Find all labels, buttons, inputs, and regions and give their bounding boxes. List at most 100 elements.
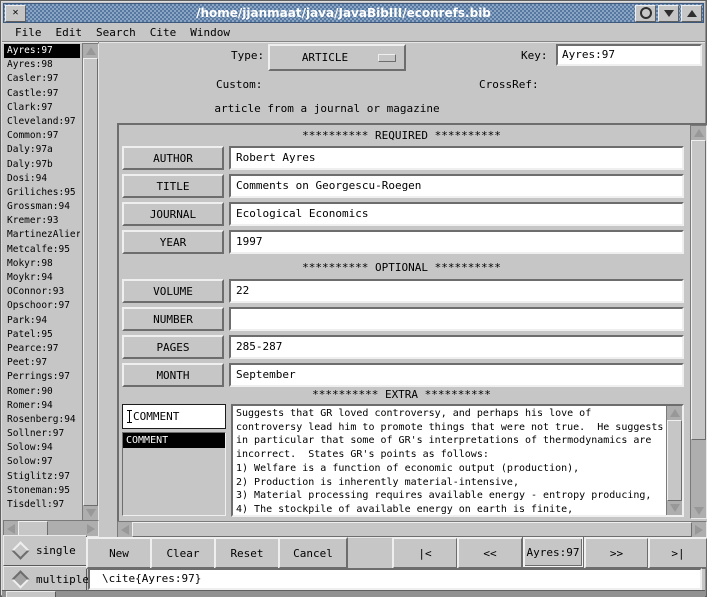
scroll-up-arrow[interactable] [691,126,706,140]
scrollbar-thumb[interactable] [691,140,706,440]
reference-list-item[interactable]: Cleveland:97 [4,115,80,129]
field-value-input[interactable]: Ecological Economics [229,202,684,226]
reference-list-item[interactable]: Metcalfe:95 [4,243,80,257]
menu-item[interactable]: File [15,26,42,39]
field-label-button[interactable]: MONTH [122,363,224,387]
field-value-input[interactable]: September [229,363,684,387]
menu-item[interactable]: Edit [56,26,83,39]
scroll-down-arrow[interactable] [83,506,98,520]
scrollbar-track[interactable] [83,58,98,506]
field-label-button[interactable]: TITLE [122,174,224,198]
scroll-left-arrow[interactable] [4,521,18,536]
reset-button[interactable]: Reset [214,537,280,569]
reference-list-item[interactable]: Ayres:97 [4,44,80,58]
reference-list-item[interactable]: Casler:97 [4,72,80,86]
new-button[interactable]: New [86,537,152,569]
window-iconify-button[interactable] [658,5,679,22]
menu-item[interactable]: Cite [150,26,177,39]
nav-next-button[interactable]: >> [584,537,649,569]
textarea-vertical-scrollbar[interactable] [666,406,682,515]
cancel-button[interactable]: Cancel [278,537,348,569]
window-maximize-button[interactable] [681,5,702,22]
field-value-input[interactable]: 1997 [229,230,684,254]
reference-list-item[interactable]: Clark:97 [4,101,80,115]
reference-list-item[interactable]: Perrings:97 [4,370,80,384]
reference-list-item[interactable]: Romer:90 [4,385,80,399]
reference-list-item[interactable]: Sollner:97 [4,427,80,441]
scrollbar-track[interactable] [132,522,692,537]
field-label-button[interactable]: AUTHOR [122,146,224,170]
window-menu-button[interactable] [635,5,656,22]
title-bar[interactable]: ✕ /home/jjanmaat/java/JavaBibIII/econref… [3,3,704,23]
scrollbar-track[interactable] [667,420,682,501]
reference-list-item[interactable]: Tisdell:97 [4,498,80,512]
scroll-down-arrow[interactable] [691,504,706,518]
field-value-input[interactable]: 285-287 [229,335,684,359]
menu-item[interactable]: Search [96,26,136,39]
clear-button[interactable]: Clear [150,537,216,569]
nav-last-button[interactable]: >| [648,537,707,569]
reference-list-item[interactable]: Patel:95 [4,328,80,342]
scroll-right-arrow[interactable] [692,522,706,537]
reference-list-item[interactable]: Kremer:93 [4,214,80,228]
field-value-input[interactable]: 22 [229,279,684,303]
scrollbar-thumb[interactable] [83,58,98,506]
reference-list-item[interactable]: Rosenberg:94 [4,413,80,427]
resize-handle[interactable] [6,591,56,597]
scroll-right-arrow[interactable] [84,521,98,536]
type-dropdown[interactable]: ARTICLE [268,44,406,71]
field-value-input[interactable]: Comments on Georgescu-Roegen [229,174,684,198]
reference-list-item[interactable]: Solow:94 [4,441,80,455]
field-value-input[interactable]: Robert Ayres [229,146,684,170]
nav-first-button[interactable]: |< [392,537,458,569]
cite-mode-single[interactable]: single [3,535,87,566]
reference-list-item[interactable]: Stoneman:95 [4,484,80,498]
reference-list-item[interactable]: Daly:97b [4,158,80,172]
menu-item[interactable]: Window [190,26,230,39]
reference-list-item[interactable]: Castle:97 [4,87,80,101]
cite-string-input[interactable]: \cite{Ayres:97} [88,568,702,590]
comment-textarea[interactable]: Suggests that GR loved controversy, and … [231,404,684,517]
reference-list-item[interactable]: Mokyr:98 [4,257,80,271]
field-label-button[interactable]: JOURNAL [122,202,224,226]
key-input[interactable]: Ayres:97 [556,44,702,66]
reference-list-item[interactable]: Park:94 [4,314,80,328]
scroll-up-arrow[interactable] [667,406,682,420]
reference-list-item[interactable]: Grossman:94 [4,200,80,214]
reference-list-item[interactable]: Solow:97 [4,455,80,469]
cite-mode-multiple[interactable]: multiple [3,566,87,592]
reference-list-item[interactable]: Daly:97a [4,143,80,157]
reference-list-item[interactable]: Griliches:95 [4,186,80,200]
scrollbar-track[interactable] [691,140,706,504]
nav-previous-button[interactable]: << [457,537,523,569]
reference-list-item[interactable]: Common:97 [4,129,80,143]
extra-field-name-input[interactable]: COMMENT [122,404,226,429]
form-horizontal-scrollbar[interactable] [117,521,707,538]
reference-list-item[interactable]: Peet:97 [4,356,80,370]
field-label-button[interactable]: YEAR [122,230,224,254]
reference-list-item[interactable]: Opschoor:97 [4,299,80,313]
field-label-button[interactable]: VOLUME [122,279,224,303]
reference-list-item[interactable]: Dosi:94 [4,172,80,186]
scrollbar-track[interactable] [18,521,84,536]
reference-list-item[interactable]: Romer:94 [4,399,80,413]
field-value-input[interactable] [229,307,684,331]
nav-current-key-button[interactable]: Ayres:97 [523,537,583,567]
scroll-up-arrow[interactable] [83,44,98,58]
extra-field-list-item[interactable]: COMMENT [123,433,225,448]
scroll-down-arrow[interactable] [667,501,682,515]
scrollbar-thumb[interactable] [667,420,682,501]
reference-list-item[interactable]: Pearce:97 [4,342,80,356]
reference-list-item[interactable]: Ayres:98 [4,58,80,72]
field-label-button[interactable]: PAGES [122,335,224,359]
reference-list-vertical-scrollbar[interactable] [82,43,99,521]
form-vertical-scrollbar[interactable] [690,125,707,519]
reference-list-item[interactable]: OConnor:93 [4,285,80,299]
scrollbar-thumb[interactable] [132,522,692,537]
field-label-button[interactable]: NUMBER [122,307,224,331]
reference-list-item[interactable]: MartinezAlier:9 [4,228,80,242]
scrollbar-thumb[interactable] [18,521,48,536]
scroll-left-arrow[interactable] [118,522,132,537]
reference-list-item[interactable]: Moykr:94 [4,271,80,285]
window-close-button[interactable]: ✕ [5,5,26,22]
